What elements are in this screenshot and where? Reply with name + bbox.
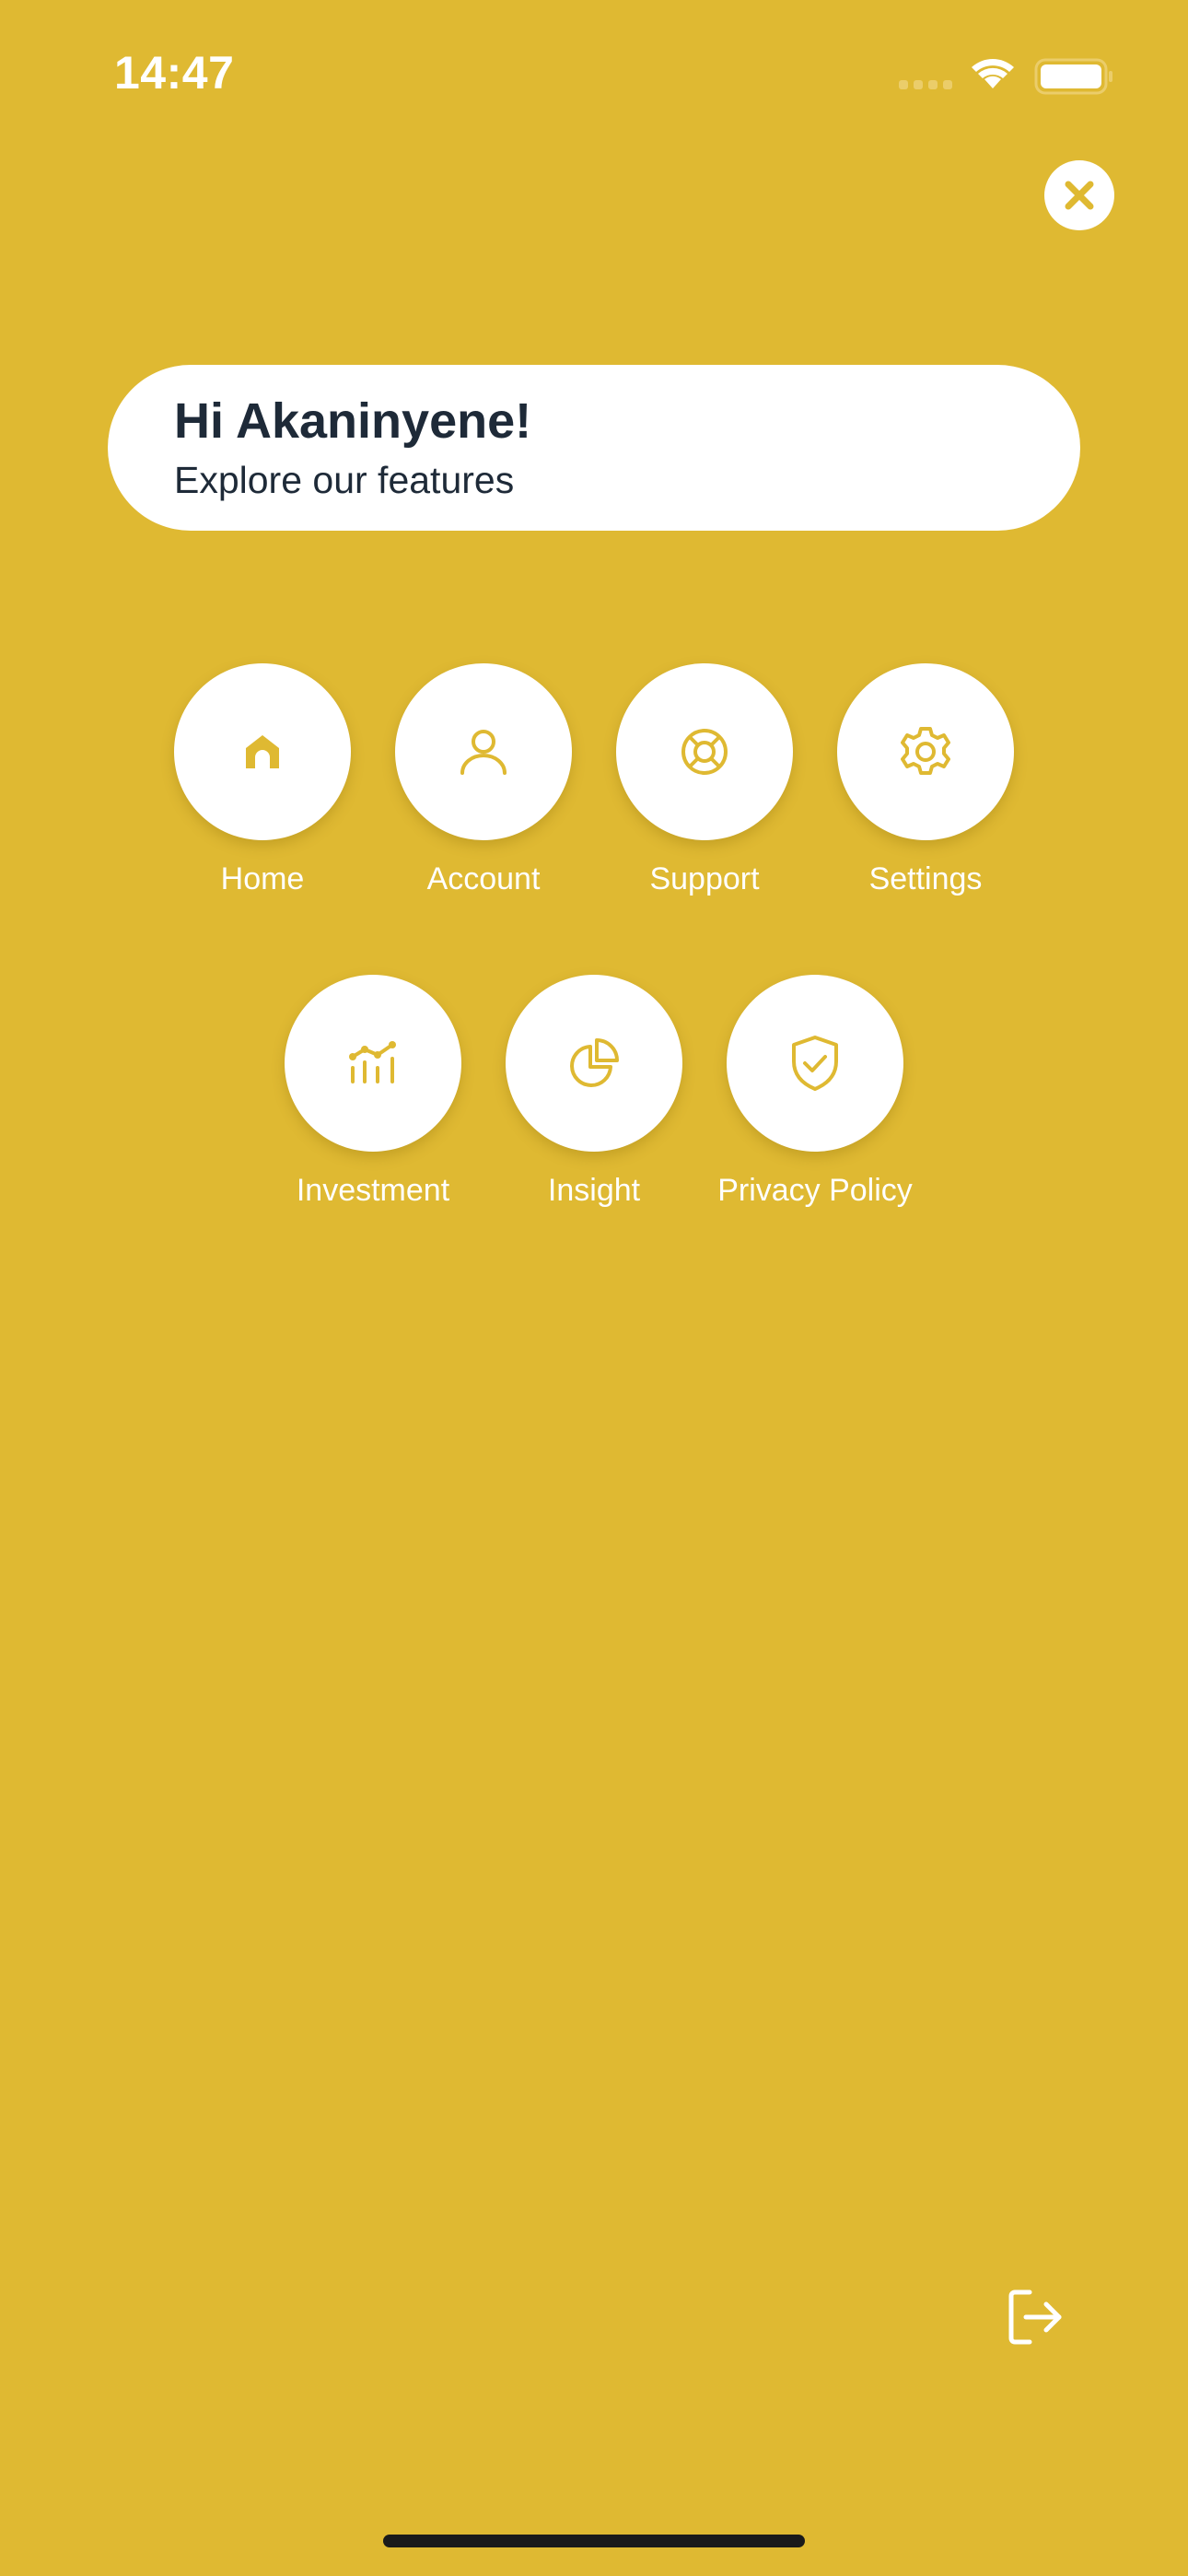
menu-circle[interactable] — [506, 975, 682, 1152]
logout-button[interactable] — [1004, 2285, 1068, 2349]
menu-circle[interactable] — [727, 975, 903, 1152]
home-indicator[interactable] — [383, 2535, 805, 2547]
greeting-title: Hi Akaninyene! — [174, 393, 532, 449]
menu-circle[interactable] — [616, 663, 793, 840]
close-button[interactable] — [1044, 160, 1114, 230]
wifi-icon — [972, 59, 1014, 88]
lifebuoy-icon — [681, 729, 728, 775]
greeting-subtitle: Explore our features — [174, 459, 515, 501]
status-time: 14:47 — [114, 47, 235, 99]
menu-circle[interactable] — [395, 663, 572, 840]
menu-circle[interactable] — [174, 663, 351, 840]
logout-icon — [1008, 2289, 1062, 2345]
battery-icon — [1034, 58, 1112, 95]
gear-icon — [901, 727, 950, 775]
close-icon — [1065, 181, 1094, 210]
menu-label: Privacy Policy — [717, 1173, 913, 1208]
person-icon — [460, 730, 507, 775]
menu-item-settings[interactable]: Settings — [815, 663, 1036, 903]
menu-circle[interactable] — [285, 975, 461, 1152]
pie-chart-icon — [570, 1038, 619, 1087]
chart-icon — [349, 1041, 396, 1083]
menu-circle[interactable] — [837, 663, 1014, 840]
status-icons — [893, 53, 1114, 100]
greeting-card: Hi Akaninyene! Explore our features — [108, 365, 1080, 531]
menu-item-privacy-policy[interactable]: Privacy Policy — [705, 975, 926, 1214]
home-icon — [246, 735, 279, 768]
shield-check-icon — [792, 1036, 838, 1091]
cellular-signal-icon — [899, 80, 952, 89]
menu-label: Settings — [868, 861, 983, 896]
